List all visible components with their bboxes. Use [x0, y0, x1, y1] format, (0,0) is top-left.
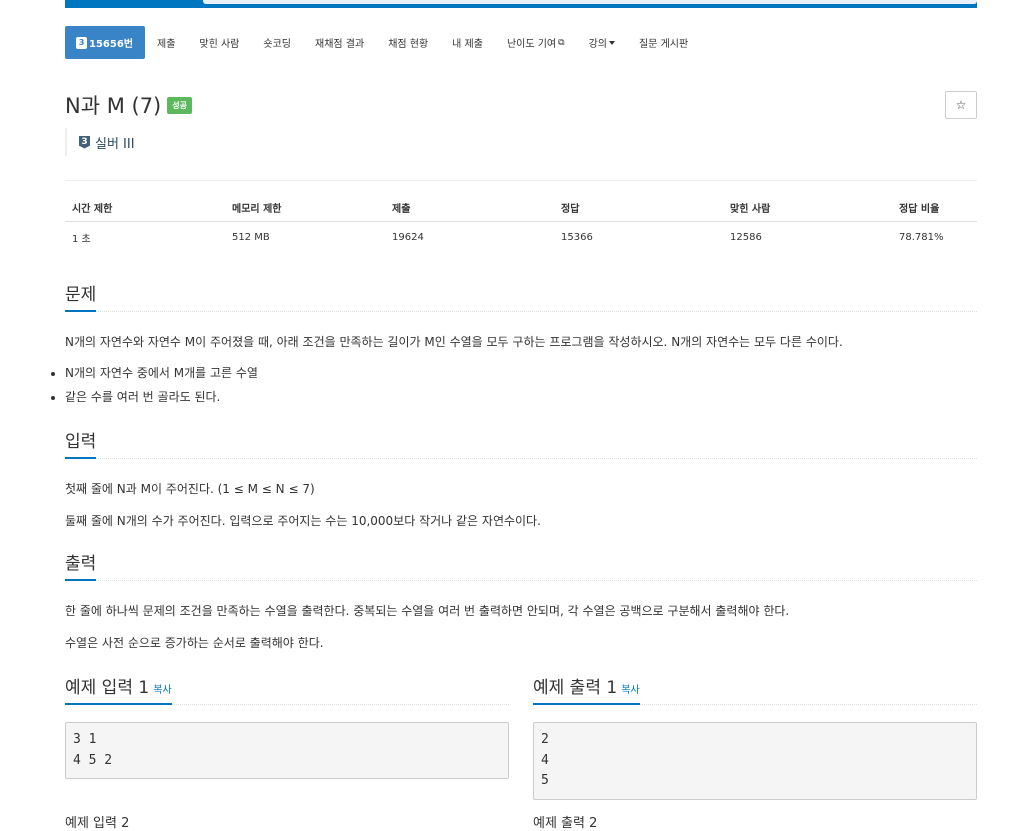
next-sample-output-title: 예제 출력 2	[533, 816, 598, 831]
tab-difficulty-contribution[interactable]: 난이도 기여 ⧉	[495, 26, 577, 59]
output-description-line: 수열은 사전 순으로 증가하는 순서로 출력해야 한다.	[65, 636, 324, 650]
status-badge: 성공	[167, 96, 192, 114]
input-description-line: 둘째 줄에 N개의 수가 주어진다. 입력으로 주어지는 수는 10,000보다…	[65, 514, 541, 528]
output-description-line: 한 줄에 하나씩 문제의 조건을 만족하는 수열을 출력한다. 중복되는 수열을…	[65, 604, 790, 618]
problem-tier[interactable]: 3 실버 III	[65, 128, 135, 156]
problem-description: N개의 자연수와 자연수 M이 주어졌을 때, 아래 조건을 만족하는 길이가 …	[65, 335, 843, 349]
tab-label: 강의	[588, 39, 607, 50]
header-submissions: 제출	[385, 200, 554, 222]
tier-mini-icon: 3	[76, 36, 87, 49]
tab-solved-users[interactable]: 맞힌 사람	[187, 26, 251, 59]
section-title-input: 입력	[65, 427, 97, 459]
sample-input-title: 예제 입력 1	[65, 678, 150, 698]
navbar-search-strip[interactable]	[203, 0, 977, 4]
header-accept-ratio: 정답 비율	[892, 200, 977, 222]
list-item: 같은 수를 여러 번 골라도 된다.	[65, 388, 258, 412]
tab-label: 재채점 결과	[315, 39, 365, 50]
header-time-limit: 시간 제한	[65, 200, 225, 222]
input-section-header: 입력	[65, 427, 977, 459]
tab-judge-status[interactable]: 채점 현황	[376, 26, 440, 59]
caret-down-icon	[608, 40, 615, 45]
solved-users-value: 12586	[730, 232, 762, 243]
tier-label: 실버 III	[95, 136, 135, 152]
table-header-row: 시간 제한 메모리 제한 제출 정답 맞힌 사람 정답 비율	[65, 200, 977, 222]
problem-title: N과 M (7)	[65, 94, 162, 118]
copy-output-link[interactable]: 복사	[621, 685, 639, 696]
tab-label: 내 제출	[452, 39, 483, 50]
accepted-value: 15366	[561, 232, 593, 243]
list-item: N개의 자연수 중에서 M개를 고른 수열	[65, 364, 258, 388]
sample-output-title-group: 예제 출력 1 복사	[533, 673, 640, 705]
header-accepted: 정답	[554, 200, 723, 222]
tab-label: 숏코딩	[263, 39, 291, 50]
tab-lectures[interactable]: 강의	[577, 26, 627, 59]
divider	[65, 180, 977, 181]
submissions-value: 19624	[392, 232, 424, 243]
tab-problem[interactable]: 3 15656번	[65, 26, 145, 59]
tab-label: 난이도 기여	[506, 39, 557, 50]
section-title-output: 출력	[65, 549, 97, 581]
sample-input-title-group: 예제 입력 1 복사	[65, 673, 172, 705]
top-navbar	[65, 0, 977, 8]
sample-input-header: 예제 입력 1 복사	[65, 673, 509, 705]
tab-submit[interactable]: 제출	[145, 26, 187, 59]
sample-input-box[interactable]: 3 1 4 5 2	[65, 722, 509, 779]
copy-input-link[interactable]: 복사	[153, 685, 171, 696]
header-solved-users: 맞힌 사람	[723, 200, 892, 222]
output-section-header: 출력	[65, 549, 977, 581]
external-link-icon: ⧉	[558, 37, 565, 48]
time-limit-value: 1 초	[72, 234, 91, 245]
sample-output-header: 예제 출력 1 복사	[533, 673, 977, 705]
tab-short-coding[interactable]: 숏코딩	[251, 26, 303, 59]
sample-output-box[interactable]: 2 4 5	[533, 722, 977, 800]
accept-ratio-value: 78.781%	[899, 232, 944, 243]
header-memory-limit: 메모리 제한	[225, 200, 385, 222]
problem-menu-tabs: 3 15656번 제출 맞힌 사람 숏코딩 재채점 결과 채점 현황 내 제출 …	[65, 26, 700, 59]
problem-title-row: N과 M (7) 성공	[65, 90, 192, 120]
tab-label: 질문 게시판	[638, 39, 689, 50]
input-description-line: 첫째 줄에 N과 M이 주어진다. (1 ≤ M ≤ N ≤ 7)	[65, 482, 315, 496]
next-sample-input-title: 예제 입력 2	[65, 816, 130, 831]
silver-tier-icon: 3	[79, 135, 90, 149]
tab-label: 채점 현황	[388, 39, 429, 50]
table-row: 1 초 512 MB 19624 15366 12586 78.781%	[65, 222, 977, 245]
tab-question-board[interactable]: 질문 게시판	[627, 26, 700, 59]
tab-label: 맞힌 사람	[199, 39, 240, 50]
problem-info-table: 시간 제한 메모리 제한 제출 정답 맞힌 사람 정답 비율 1 초 512 M…	[65, 200, 977, 245]
tab-label: 제출	[157, 39, 176, 50]
tab-rejudge-results[interactable]: 재채점 결과	[303, 26, 376, 59]
sample-output-title: 예제 출력 1	[533, 678, 618, 698]
memory-limit-value: 512 MB	[232, 232, 270, 243]
tab-label: 15656번	[89, 39, 133, 50]
conditions-list: N개의 자연수 중에서 M개를 고른 수열 같은 수를 여러 번 골라도 된다.	[45, 364, 258, 412]
section-title-problem: 문제	[65, 280, 97, 312]
problem-section-header: 문제	[65, 280, 977, 312]
favorite-star-button[interactable]: ☆	[945, 91, 977, 119]
tab-my-submissions[interactable]: 내 제출	[440, 26, 495, 59]
